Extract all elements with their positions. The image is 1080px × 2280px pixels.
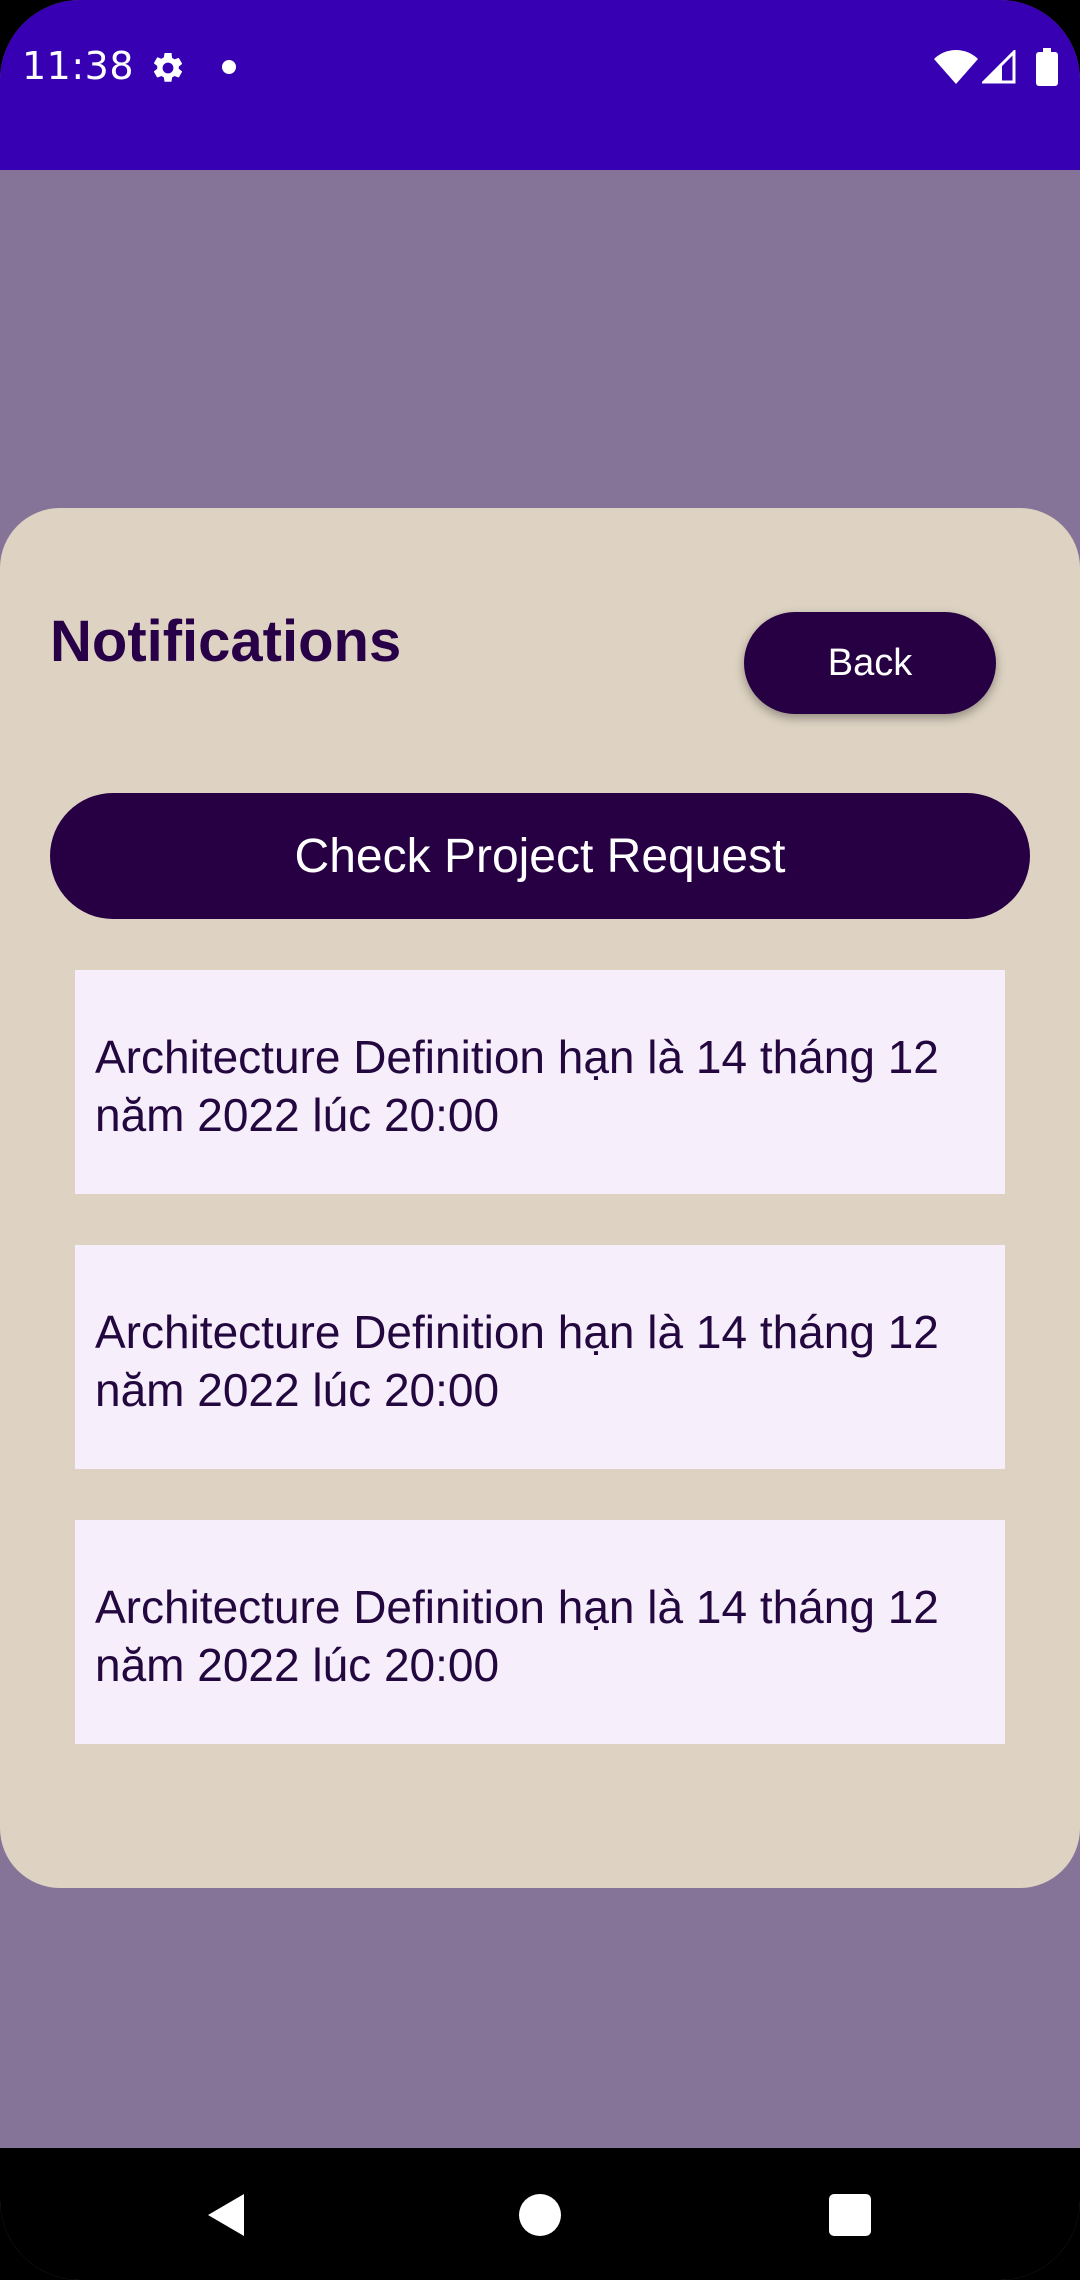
recents-square-icon[interactable] (829, 2194, 871, 2236)
notification-item[interactable]: Architecture Definition hạn là 14 tháng … (75, 1520, 1005, 1744)
signal-icon (982, 50, 1016, 84)
back-triangle-icon[interactable] (204, 2192, 250, 2238)
wifi-icon (934, 50, 978, 84)
gear-icon (153, 52, 183, 82)
app-screen: 11:38 Notifications Back Check Project R… (0, 0, 1080, 2280)
check-project-request-button[interactable]: Check Project Request (50, 793, 1030, 919)
status-bar: 11:38 (0, 0, 1080, 170)
navigation-bar (0, 2148, 1080, 2280)
notification-text: Architecture Definition hạn là 14 tháng … (95, 1031, 939, 1141)
notification-item[interactable]: Architecture Definition hạn là 14 tháng … (75, 1245, 1005, 1469)
battery-icon (1036, 48, 1058, 86)
page-title: Notifications (50, 609, 402, 674)
notification-list: Architecture Definition hạn là 14 tháng … (75, 970, 1005, 1795)
notification-item[interactable]: Architecture Definition hạn là 14 tháng … (75, 970, 1005, 1194)
notifications-card: Notifications Back Check Project Request… (0, 508, 1080, 1888)
notification-text: Architecture Definition hạn là 14 tháng … (95, 1306, 939, 1416)
home-circle-icon[interactable] (519, 2194, 561, 2236)
notification-dot-icon (222, 60, 236, 74)
back-button[interactable]: Back (744, 612, 996, 714)
notification-text: Architecture Definition hạn là 14 tháng … (95, 1581, 939, 1691)
status-time: 11:38 (22, 44, 135, 88)
